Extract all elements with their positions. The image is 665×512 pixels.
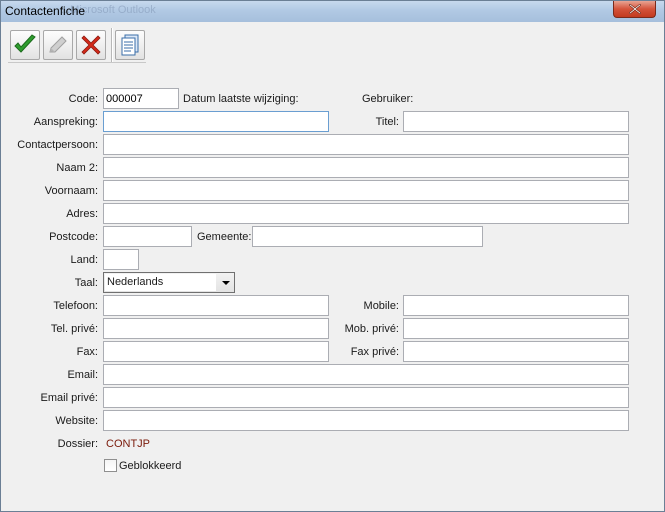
datum-laatste-wijziging-label: Datum laatste wijziging:: [183, 93, 299, 105]
dossier-value: CONTJP: [106, 438, 150, 450]
adres-label: Adres:: [66, 208, 98, 220]
code-label: Code:: [68, 93, 98, 105]
postcode-input[interactable]: [103, 226, 192, 247]
tel-prive-input[interactable]: [103, 318, 329, 339]
land-label: Land:: [70, 254, 98, 266]
taal-select[interactable]: Nederlands: [103, 272, 235, 293]
telefoon-label: Telefoon:: [53, 300, 98, 312]
email-input[interactable]: [103, 364, 629, 385]
taal-label: Taal:: [74, 277, 98, 289]
naam2-input[interactable]: [103, 157, 629, 178]
mob-prive-input[interactable]: [403, 318, 629, 339]
taal-selected-value: Nederlands: [105, 274, 216, 291]
email-label: Email:: [67, 369, 98, 381]
voornaam-input[interactable]: [103, 180, 629, 201]
pencil-icon: [49, 36, 67, 53]
toolbar-separator: [111, 28, 113, 62]
aanspreking-label: Aanspreking:: [33, 116, 98, 128]
geblokkeerd-label[interactable]: Geblokkeerd: [119, 459, 181, 473]
mob-prive-label: Mob. privé:: [344, 323, 399, 335]
gebruiker-label: Gebruiker:: [362, 93, 414, 105]
notes-button[interactable]: [115, 30, 145, 60]
edit-button[interactable]: [43, 30, 73, 60]
cross-icon: [81, 35, 101, 55]
close-button[interactable]: [613, 1, 656, 18]
toolbar: [8, 28, 148, 62]
website-input[interactable]: [103, 410, 629, 431]
dossier-label: Dossier:: [57, 438, 98, 450]
cancel-button[interactable]: [76, 30, 106, 60]
document-icon: [121, 34, 139, 56]
title-bar[interactable]: ...Microsoft Outlook Contactenfiche: [1, 1, 664, 22]
chevron-down-icon: [222, 281, 230, 285]
fax-label: Fax:: [76, 346, 98, 358]
close-icon: [629, 4, 641, 14]
fax-input[interactable]: [103, 341, 329, 362]
website-label: Website:: [55, 415, 98, 427]
naam2-label: Naam 2:: [56, 162, 98, 174]
checkmark-icon: [14, 34, 36, 53]
accept-button[interactable]: [10, 30, 40, 60]
fax-prive-input[interactable]: [403, 341, 629, 362]
titel-input[interactable]: [403, 111, 629, 132]
contactpersoon-label: Contactpersoon:: [17, 139, 98, 151]
contact-window: ...Microsoft Outlook Contactenfiche Code…: [0, 0, 665, 512]
adres-input[interactable]: [103, 203, 629, 224]
mobile-input[interactable]: [403, 295, 629, 316]
toolbar-underline: [8, 62, 146, 63]
gemeente-label: Gemeente:: [197, 231, 252, 243]
aanspreking-input[interactable]: [103, 111, 329, 132]
contactpersoon-input[interactable]: [103, 134, 629, 155]
geblokkeerd-checkbox[interactable]: [104, 459, 117, 472]
telefoon-input[interactable]: [103, 295, 329, 316]
postcode-label: Postcode:: [49, 231, 98, 243]
gemeente-input[interactable]: [252, 226, 483, 247]
email-prive-input[interactable]: [103, 387, 629, 408]
tel-prive-label: Tel. privé:: [50, 323, 98, 335]
window-title: Contactenfiche: [5, 4, 86, 18]
code-input[interactable]: [103, 88, 179, 109]
email-prive-label: Email privé:: [40, 392, 98, 404]
titel-label: Titel:: [375, 116, 399, 128]
fax-prive-label: Fax privé:: [350, 346, 399, 358]
voornaam-label: Voornaam:: [44, 185, 98, 197]
mobile-label: Mobile:: [363, 300, 399, 312]
land-input[interactable]: [103, 249, 139, 270]
